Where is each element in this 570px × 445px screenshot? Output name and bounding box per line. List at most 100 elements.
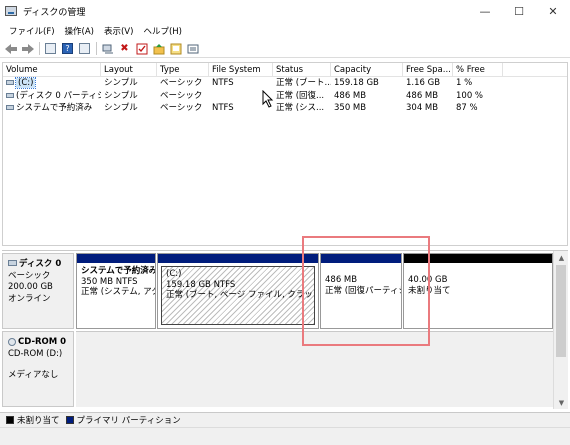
- partition-status: 正常 (システム, アク: [81, 287, 155, 297]
- unallocated-swatch: [6, 416, 14, 424]
- column-type[interactable]: Type: [157, 63, 209, 76]
- annotation-highlight-box: [302, 236, 430, 346]
- volume-icon: [6, 105, 14, 110]
- volume-name: システムで予約済み: [16, 103, 93, 113]
- volume-type: ベーシック: [160, 103, 203, 113]
- partition-name: システムで予約済み: [81, 266, 155, 276]
- volume-status: 正常 (回復...: [276, 90, 325, 101]
- scrollbar-thumb[interactable]: [556, 265, 566, 357]
- title-bar: ディスクの管理 — ☐ ✕: [0, 0, 570, 22]
- properties-icon[interactable]: [44, 42, 57, 55]
- cdrom-type: CD-ROM (D:): [8, 348, 63, 359]
- partition-bar: [158, 254, 318, 263]
- mouse-cursor-icon: [262, 90, 274, 108]
- back-arrow-icon[interactable]: [4, 42, 17, 55]
- disk-size: 200.00 GB: [8, 282, 53, 292]
- vertical-scrollbar[interactable]: ▲ ▼: [553, 251, 568, 409]
- volume-row[interactable]: (C:) シンプル ベーシック NTFS 正常 (ブート... 159.18 G…: [3, 77, 567, 90]
- folder-up-icon[interactable]: [152, 42, 165, 55]
- volume-status: 正常 (ブート...: [276, 78, 331, 88]
- volume-free-space: 1.16 GB: [406, 78, 441, 88]
- list-icon[interactable]: [186, 42, 199, 55]
- window-controls: — ☐ ✕: [468, 0, 570, 22]
- volume-icon: [6, 80, 14, 85]
- disk-name: ディスク 0: [19, 259, 62, 269]
- column-file-system[interactable]: File System: [209, 63, 273, 76]
- volume-row[interactable]: システムで予約済み シンプル ベーシック NTFS 正常 (シス... 350 …: [3, 102, 567, 115]
- partition-status: 正常 (ブート, ページ ファイル, クラッシュ ダン: [166, 290, 314, 300]
- disk-0-label[interactable]: ディスク 0 ベーシック 200.00 GB オンライン: [2, 253, 74, 329]
- primary-partition-swatch: [65, 416, 74, 424]
- scroll-up-icon[interactable]: ▲: [554, 251, 569, 264]
- volume-free-space: 486 MB: [406, 90, 439, 101]
- forward-arrow-icon[interactable]: [21, 42, 34, 55]
- cdrom-icon: [8, 337, 16, 346]
- volume-icon: [6, 92, 14, 98]
- maximize-button[interactable]: ☐: [502, 0, 536, 22]
- help-icon[interactable]: ?: [61, 42, 74, 55]
- volume-layout: シンプル: [104, 78, 138, 88]
- minimize-button[interactable]: —: [468, 0, 502, 22]
- volume-row[interactable]: (ディスク 0 パーティシ... シンプル ベーシック 正常 (回復... 48…: [3, 90, 567, 103]
- volume-percent-free: 100 %: [456, 90, 484, 101]
- volume-layout: シンプル: [104, 103, 138, 113]
- volume-capacity: 486 MB: [334, 90, 367, 101]
- column-percent-free[interactable]: % Free: [453, 63, 503, 76]
- window-title: ディスクの管理: [23, 7, 86, 18]
- delete-icon[interactable]: ✖: [118, 42, 131, 55]
- selected-partition-hatch: (C:) 159.18 GB NTFS 正常 (ブート, ページ ファイル, ク…: [161, 266, 315, 325]
- volume-file-system: NTFS: [212, 78, 234, 88]
- volume-type: ベーシック: [160, 90, 203, 101]
- partition-bar: [77, 254, 155, 263]
- cdrom-0-label[interactable]: CD-ROM 0 CD-ROM (D:) メディアなし: [2, 331, 74, 407]
- menu-view[interactable]: 表示(V): [99, 25, 138, 37]
- console-icon[interactable]: [78, 42, 91, 55]
- column-layout[interactable]: Layout: [101, 63, 157, 76]
- volume-list: Volume Layout Type File System Status Ca…: [2, 62, 568, 246]
- column-volume[interactable]: Volume: [3, 63, 101, 76]
- volume-percent-free: 87 %: [456, 103, 478, 113]
- disk-type: ベーシック: [8, 270, 51, 281]
- menu-file[interactable]: ファイル(F): [4, 25, 60, 37]
- volume-layout: シンプル: [104, 90, 138, 101]
- volume-list-header: Volume Layout Type File System Status Ca…: [3, 63, 567, 77]
- volume-capacity: 350 MB: [334, 103, 367, 113]
- disk-0-row: ディスク 0 ベーシック 200.00 GB オンライン システムで予約済み 3…: [2, 253, 553, 329]
- toolbar-separator: [96, 42, 97, 55]
- legend: 未割り当て プライマリ パーティション: [0, 412, 570, 427]
- volume-free-space: 304 MB: [406, 103, 439, 113]
- volume-percent-free: 1 %: [456, 78, 473, 88]
- image-icon[interactable]: [169, 42, 182, 55]
- toolbar-separator: [39, 42, 40, 55]
- menu-action[interactable]: 操作(A): [60, 25, 99, 37]
- legend-primary: プライマリ パーティション: [76, 416, 181, 426]
- disk-state: オンライン: [8, 293, 51, 304]
- check-icon[interactable]: [135, 42, 148, 55]
- volume-status: 正常 (シス...: [276, 103, 325, 113]
- column-capacity[interactable]: Capacity: [331, 63, 403, 76]
- disk-management-app-icon: [5, 6, 17, 16]
- cdrom-0-row: CD-ROM 0 CD-ROM (D:) メディアなし: [2, 331, 553, 407]
- volume-name: (C:): [14, 77, 37, 89]
- volume-name: (ディスク 0 パーティシ...: [16, 90, 101, 101]
- toolbar: ? ✖: [0, 40, 570, 58]
- status-bar: [0, 427, 570, 445]
- cdrom-name: CD-ROM 0: [18, 337, 67, 347]
- partition-size: 159.18 GB NTFS: [166, 279, 236, 290]
- volume-type: ベーシック: [160, 78, 203, 88]
- partition-name: (C:): [166, 269, 182, 279]
- partition-size: 350 MB NTFS: [81, 276, 138, 287]
- connect-icon[interactable]: [101, 42, 114, 55]
- close-button[interactable]: ✕: [536, 0, 570, 22]
- column-status[interactable]: Status: [273, 63, 331, 76]
- partition-system-reserved[interactable]: システムで予約済み 350 MB NTFS 正常 (システム, アク: [76, 253, 156, 329]
- legend-unallocated: 未割り当て: [17, 416, 60, 426]
- column-free-space[interactable]: Free Spa...: [403, 63, 453, 76]
- volume-capacity: 159.18 GB: [334, 78, 379, 88]
- partition-c-drive[interactable]: (C:) 159.18 GB NTFS 正常 (ブート, ページ ファイル, ク…: [157, 253, 319, 329]
- disk-graphical-view: ディスク 0 ベーシック 200.00 GB オンライン システムで予約済み 3…: [2, 250, 568, 409]
- cdrom-state: メディアなし: [8, 370, 59, 380]
- scroll-down-icon[interactable]: ▼: [554, 396, 569, 409]
- disk-icon: [8, 260, 17, 266]
- menu-help[interactable]: ヘルプ(H): [138, 25, 187, 37]
